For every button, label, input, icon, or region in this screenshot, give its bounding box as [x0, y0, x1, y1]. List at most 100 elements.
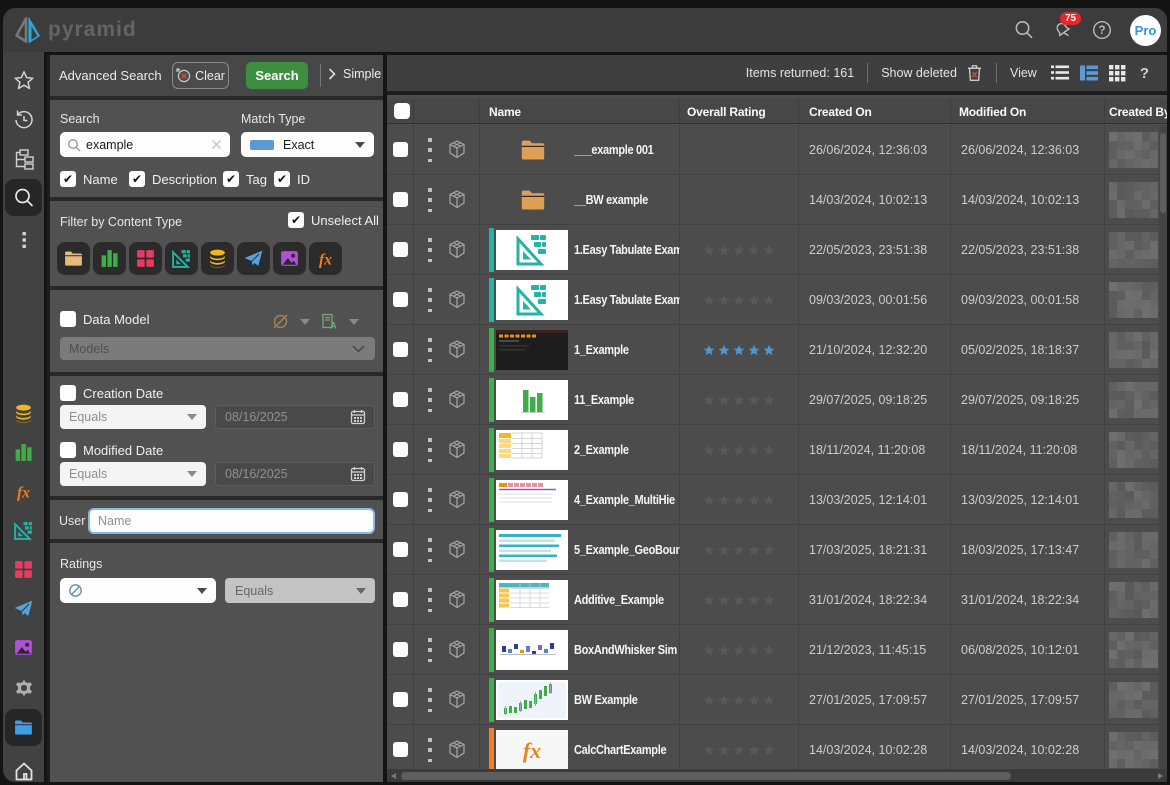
column-header-created-on[interactable]: Created On [799, 99, 951, 124]
model-cube-icon[interactable] [445, 588, 469, 612]
rating-stars[interactable] [680, 525, 798, 574]
rail-formula-button[interactable]: fx [5, 473, 42, 510]
item-name[interactable]: 2_Example [574, 425, 680, 474]
row-menu-icon[interactable] [428, 738, 432, 762]
content-type-chart-button[interactable] [93, 242, 126, 275]
rating-stars[interactable] [680, 125, 798, 174]
rail-history-button[interactable] [5, 101, 42, 138]
item-name[interactable]: CalcChartExample [574, 725, 680, 769]
clear-search-icon[interactable] [211, 139, 222, 150]
rating-stars[interactable] [680, 675, 798, 724]
vertical-scrollbar-thumb[interactable] [1160, 133, 1166, 213]
row-checkbox[interactable] [393, 192, 408, 207]
select-all-checkbox[interactable] [394, 103, 410, 119]
table-row[interactable]: 1.Easy Tabulate Exam22/05/2023, 23:51:38… [387, 225, 1167, 275]
column-header-name[interactable]: Name [480, 99, 680, 124]
item-name[interactable]: 1_Example [574, 325, 680, 374]
table-row[interactable]: ___example 00126/06/2024, 12:36:0326/06/… [387, 125, 1167, 175]
model-cube-icon[interactable] [445, 138, 469, 162]
row-checkbox[interactable] [393, 642, 408, 657]
table-row[interactable]: __BW example14/03/2024, 10:02:1314/03/20… [387, 175, 1167, 225]
table-row[interactable]: 1_Example21/10/2024, 12:32:2005/02/2025,… [387, 325, 1167, 375]
model-cube-icon[interactable] [445, 388, 469, 412]
search-in-description-checkbox[interactable]: ✔Description [129, 171, 217, 187]
rail-content-tree-button[interactable] [5, 140, 42, 177]
model-cube-icon[interactable] [445, 488, 469, 512]
search-input[interactable]: example [60, 132, 230, 157]
row-checkbox[interactable] [393, 392, 408, 407]
column-header-created-by[interactable]: Created By [1105, 99, 1162, 124]
row-checkbox[interactable] [393, 692, 408, 707]
table-row[interactable]: 5_Example_GeoBoun17/03/2025, 18:21:3118/… [387, 525, 1167, 575]
match-type-select[interactable]: Exact [241, 132, 374, 157]
notifications-icon[interactable]: 75 [1052, 19, 1074, 41]
row-checkbox[interactable] [393, 342, 408, 357]
table-row[interactable]: 2_Example18/11/2024, 11:20:0818/11/2024,… [387, 425, 1167, 475]
rail-database-button[interactable] [5, 395, 42, 432]
content-type-grid-button[interactable] [129, 242, 162, 275]
row-checkbox[interactable] [393, 442, 408, 457]
row-menu-icon[interactable] [428, 638, 432, 662]
item-name[interactable]: __BW example [574, 175, 680, 224]
content-type-publish-button[interactable] [237, 242, 270, 275]
item-name[interactable]: 5_Example_GeoBoun [574, 525, 680, 574]
item-name[interactable]: 11_Example [574, 375, 680, 424]
row-menu-icon[interactable] [428, 238, 432, 262]
content-type-tabulate-button[interactable] [165, 242, 198, 275]
help-icon[interactable]: ? [1091, 19, 1113, 41]
rail-publish-button[interactable] [5, 590, 42, 627]
data-model-checkbox[interactable]: Data Model [60, 311, 149, 327]
modified-date-checkbox[interactable]: Modified Date [60, 442, 163, 458]
content-type-formula-button[interactable]: fx [309, 242, 342, 275]
column-header-modified-on[interactable]: Modified On [951, 99, 1105, 124]
item-name[interactable]: Additive_Example [574, 575, 680, 624]
rail-settings-button[interactable] [5, 669, 42, 706]
model-cube-icon[interactable] [445, 338, 469, 362]
table-row[interactable]: fxCalcChartExample14/03/2024, 10:02:2814… [387, 725, 1167, 769]
user-avatar[interactable]: Pro [1130, 15, 1161, 46]
row-menu-icon[interactable] [428, 438, 432, 462]
row-menu-icon[interactable] [428, 688, 432, 712]
item-name[interactable]: BW Example [574, 675, 680, 724]
scroll-left-arrow-icon[interactable] [391, 773, 396, 779]
row-menu-icon[interactable] [428, 588, 432, 612]
ratings-value-select[interactable] [60, 578, 216, 603]
row-checkbox[interactable] [393, 742, 408, 757]
column-header-overall-rating[interactable]: Overall Rating [680, 99, 799, 124]
content-type-database-button[interactable] [201, 242, 234, 275]
horizontal-scrollbar-thumb[interactable] [401, 772, 1011, 780]
rail-more-button[interactable] [5, 221, 42, 258]
search-button[interactable]: Search [246, 62, 308, 89]
view-list-icon[interactable] [1050, 64, 1070, 82]
rating-stars[interactable] [680, 325, 798, 374]
rail-favorites-button[interactable] [5, 62, 42, 99]
rail-chart-button[interactable] [5, 434, 42, 471]
content-type-folder-button[interactable] [57, 242, 90, 275]
model-cube-icon[interactable] [445, 688, 469, 712]
user-name-input[interactable]: Name [88, 508, 375, 534]
row-menu-icon[interactable] [428, 488, 432, 512]
rating-stars[interactable] [680, 375, 798, 424]
model-cube-icon[interactable] [445, 538, 469, 562]
pyramid-logo-icon[interactable] [14, 15, 44, 45]
search-in-id-checkbox[interactable]: ✔ID [274, 171, 310, 187]
model-cube-icon[interactable] [445, 638, 469, 662]
unselect-all-checkbox[interactable]: ✔ Unselect All [288, 212, 379, 228]
rating-stars[interactable] [680, 175, 798, 224]
table-row[interactable]: BoxAndWhisker Sim21/12/2023, 11:45:1506/… [387, 625, 1167, 675]
grid-help-icon[interactable]: ? [1140, 65, 1149, 82]
item-name[interactable]: BoxAndWhisker Sim [574, 625, 680, 674]
clear-button[interactable]: Clear [172, 62, 229, 89]
item-name[interactable]: 1.Easy Tabulate Exam [574, 225, 680, 274]
search-in-name-checkbox[interactable]: ✔Name [60, 171, 118, 187]
table-row[interactable]: Additive_Example31/01/2024, 18:22:3431/0… [387, 575, 1167, 625]
creation-date-checkbox[interactable]: Creation Date [60, 385, 163, 401]
table-row[interactable]: 4_Example_MultiHie13/03/2025, 12:14:0113… [387, 475, 1167, 525]
rating-stars[interactable] [680, 725, 798, 769]
row-checkbox[interactable] [393, 292, 408, 307]
content-type-image-button[interactable] [273, 242, 306, 275]
view-details-icon[interactable] [1079, 64, 1099, 82]
horizontal-scrollbar[interactable] [387, 769, 1167, 782]
table-row[interactable]: BW Example27/01/2025, 17:09:5727/01/2025… [387, 675, 1167, 725]
row-checkbox[interactable] [393, 542, 408, 557]
